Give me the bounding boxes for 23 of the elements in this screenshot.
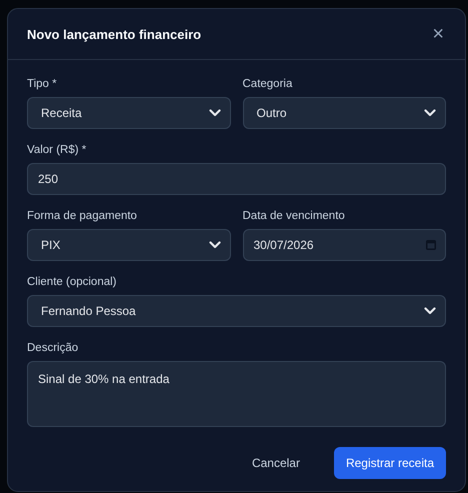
date-field[interactable]: 30/07/2026 — [242, 229, 446, 261]
chevron-down-icon — [424, 307, 436, 315]
close-button[interactable]: × — [430, 24, 446, 44]
field-label: Data de vencimento — [242, 209, 346, 223]
select-field[interactable]: Outro — [242, 97, 446, 129]
input-field[interactable]: 250 — [27, 163, 446, 195]
cancel-button[interactable]: Cancelar — [240, 447, 312, 479]
select-field[interactable]: PIX — [27, 229, 230, 261]
select-field[interactable]: Receita — [27, 97, 230, 129]
dialog-title: Novo lançamento financeiro — [27, 26, 202, 42]
select-field[interactable]: Fernando Pessoa — [27, 295, 446, 327]
field-label: Valor (R$) * — [27, 143, 88, 157]
field-label: Cliente (opcional) — [27, 275, 118, 289]
textarea-field[interactable]: Sinal de 30% na entrada — [27, 361, 446, 427]
field-label: Tipo * — [27, 77, 58, 91]
calendar-icon — [426, 240, 436, 250]
field-label: Categoria — [242, 77, 294, 91]
chevron-down-icon — [424, 109, 436, 117]
field-label: Descrição — [27, 341, 80, 355]
submit-button[interactable]: Registrar receita — [334, 447, 446, 479]
field-label: Forma de pagamento — [27, 209, 138, 223]
chevron-down-icon — [208, 109, 220, 117]
chevron-down-icon — [208, 241, 220, 249]
